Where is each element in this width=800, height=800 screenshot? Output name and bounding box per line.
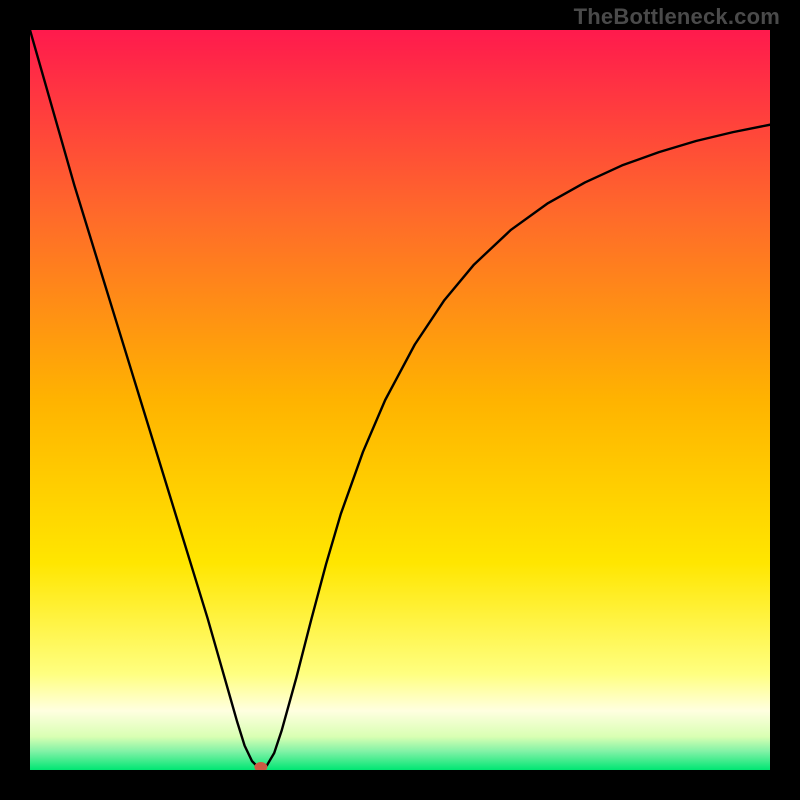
watermark-text: TheBottleneck.com (574, 4, 780, 30)
plot-area (30, 30, 770, 770)
chart-svg (30, 30, 770, 770)
chart-frame: TheBottleneck.com (0, 0, 800, 800)
